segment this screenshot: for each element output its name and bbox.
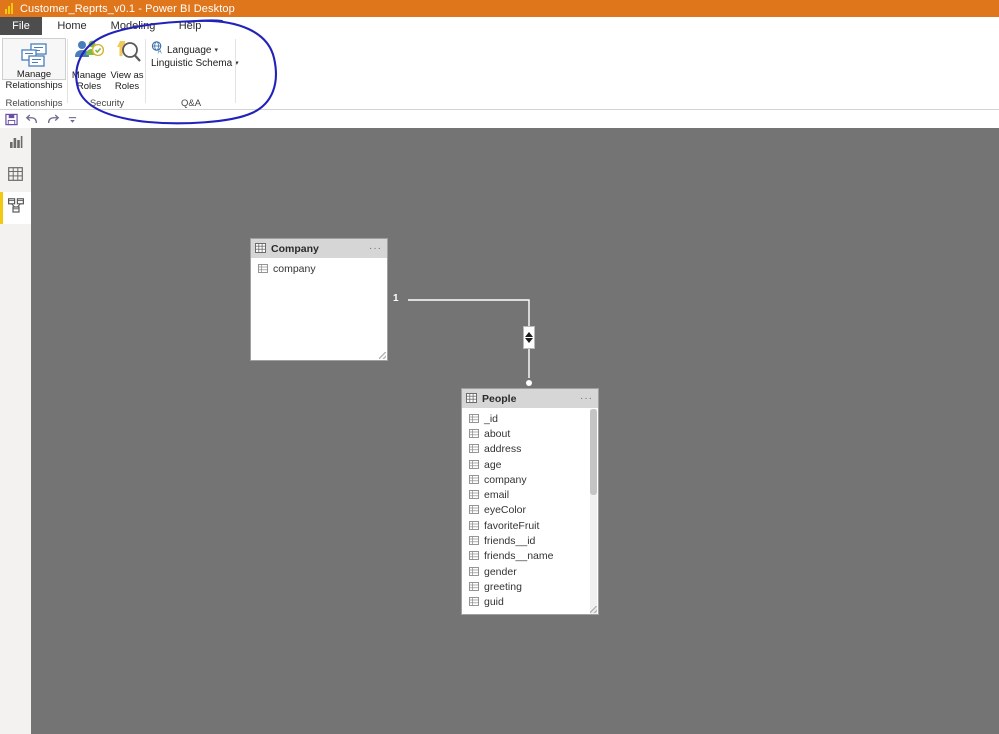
scrollbar-thumb[interactable] (590, 409, 597, 495)
field-name: friends__id (484, 535, 536, 548)
tab-home[interactable]: Home (42, 17, 102, 35)
arrow-up-glyph (525, 332, 533, 337)
list-item[interactable]: about (462, 426, 598, 441)
ribbon-tab-bar: File Home Modeling Help (0, 17, 999, 35)
list-item[interactable]: favoriteFruit (462, 518, 598, 533)
resize-handle[interactable] (379, 352, 386, 359)
table-field-list: company (251, 258, 387, 276)
field-name: _id (484, 412, 499, 425)
field-name: company (484, 473, 527, 486)
power-bi-desktop-window: Customer_Reprts_v0.1 - Power BI Desktop … (0, 0, 999, 734)
quick-access-toolbar (0, 110, 999, 128)
tab-help[interactable]: Help (164, 17, 216, 35)
group-separator (235, 39, 236, 103)
list-item[interactable]: _id (462, 411, 598, 426)
field-name: gender (484, 565, 517, 578)
tab-modeling[interactable]: Modeling (102, 17, 164, 35)
ribbon-group-label-security: Security (89, 98, 125, 109)
field-name: friends__name (484, 550, 554, 563)
column-field-icon (258, 260, 268, 278)
relationship-cardinality-one: 1 (393, 293, 399, 304)
model-relationships-icon (7, 198, 24, 218)
bidirectional-arrows-icon[interactable] (523, 326, 535, 349)
field-name: eyeColor (484, 504, 527, 517)
field-name: company (273, 262, 316, 275)
field-name: age (484, 458, 502, 471)
table-card-people[interactable]: People ··· _idabout address age company emai… (461, 388, 599, 615)
report-chart-icon (9, 135, 23, 154)
table-menu-button[interactable]: ··· (580, 393, 593, 403)
sidebar-item-data-view[interactable] (0, 160, 31, 192)
svg-text:A: A (158, 50, 162, 54)
manage-roles-button[interactable]: Manage Roles (70, 38, 108, 92)
list-item[interactable]: friends__name (462, 549, 598, 564)
table-card-company[interactable]: Company ··· company (250, 238, 388, 361)
field-name: guid (484, 596, 504, 609)
list-item[interactable]: company (251, 261, 387, 276)
view-as-roles-icon (111, 38, 143, 69)
ribbon-group-label-qa: Q&A (180, 98, 202, 109)
table-field-list: _idabout address age company email eyeColor fa… (462, 408, 598, 610)
list-item[interactable]: guid (462, 595, 598, 610)
model-canvas[interactable]: 1 Company ··· company People ··· _id abo… (31, 128, 999, 734)
window-title: Customer_Reprts_v0.1 - Power BI Desktop (20, 2, 235, 15)
resize-handle[interactable] (590, 606, 597, 613)
field-name: favoriteFruit (484, 519, 540, 532)
list-item[interactable]: age (462, 457, 598, 472)
table-name: People (482, 392, 517, 405)
sidebar-item-model-view[interactable] (0, 192, 31, 224)
power-bi-logo-icon (4, 3, 15, 14)
table-card-header[interactable]: Company ··· (251, 239, 387, 258)
table-menu-button[interactable]: ··· (369, 243, 382, 253)
list-item[interactable]: address (462, 442, 598, 457)
sidebar-item-report-view[interactable] (0, 128, 31, 160)
tab-bar-filler (216, 17, 999, 35)
relationship-many-endpoint (526, 380, 532, 386)
language-button[interactable]: A Language ▾ (151, 41, 218, 59)
arrow-down-glyph (525, 338, 533, 343)
list-item[interactable]: gender (462, 564, 598, 579)
table-card-header[interactable]: People ··· (462, 389, 598, 408)
language-globe-icon: A (151, 41, 164, 59)
list-item[interactable]: eyeColor (462, 503, 598, 518)
ribbon-group-qa: A Language ▾ Linguistic Schema ▾ Q&A (146, 35, 239, 110)
list-item[interactable]: greeting (462, 579, 598, 594)
vertical-scrollbar[interactable] (590, 409, 597, 614)
view-rail (0, 128, 31, 734)
table-icon (466, 390, 477, 408)
manage-relationships-label: Manage Relationships (5, 69, 63, 91)
list-item[interactable]: company (462, 472, 598, 487)
list-item[interactable]: email (462, 487, 598, 502)
view-as-roles-button[interactable]: View as Roles (108, 38, 146, 92)
field-name: about (484, 427, 511, 440)
ribbon-group-label-relationships: Relationships (5, 98, 63, 109)
ribbon-group-relationships: Manage Relationships Relationships (0, 35, 68, 110)
table-name: Company (271, 242, 319, 255)
ribbon: Manage Relationships Relationships Manag… (0, 35, 999, 110)
language-label: Language (167, 44, 212, 56)
column-field-icon (469, 593, 479, 610)
table-icon (255, 240, 266, 258)
data-table-icon (8, 166, 23, 186)
title-bar: Customer_Reprts_v0.1 - Power BI Desktop (0, 0, 999, 17)
list-item[interactable]: friends__id (462, 533, 598, 548)
field-name: email (484, 489, 510, 502)
redo-arrow-icon[interactable] (46, 113, 60, 126)
tab-file[interactable]: File (0, 17, 42, 35)
view-as-roles-label: View as Roles (110, 70, 144, 92)
field-name: greeting (484, 580, 522, 593)
chevron-down-icon[interactable] (67, 114, 78, 125)
manage-roles-icon (73, 38, 105, 69)
manage-roles-label: Manage Roles (71, 70, 107, 92)
ribbon-group-security: Manage Roles View as Roles Security (68, 35, 146, 110)
linguistic-schema-button[interactable]: Linguistic Schema ▾ (151, 58, 239, 69)
field-name: address (484, 443, 522, 456)
undo-arrow-icon[interactable] (25, 113, 39, 126)
save-floppy-icon[interactable] (5, 113, 18, 126)
chevron-down-icon: ▾ (214, 46, 219, 54)
linguistic-schema-label: Linguistic Schema (151, 58, 233, 69)
